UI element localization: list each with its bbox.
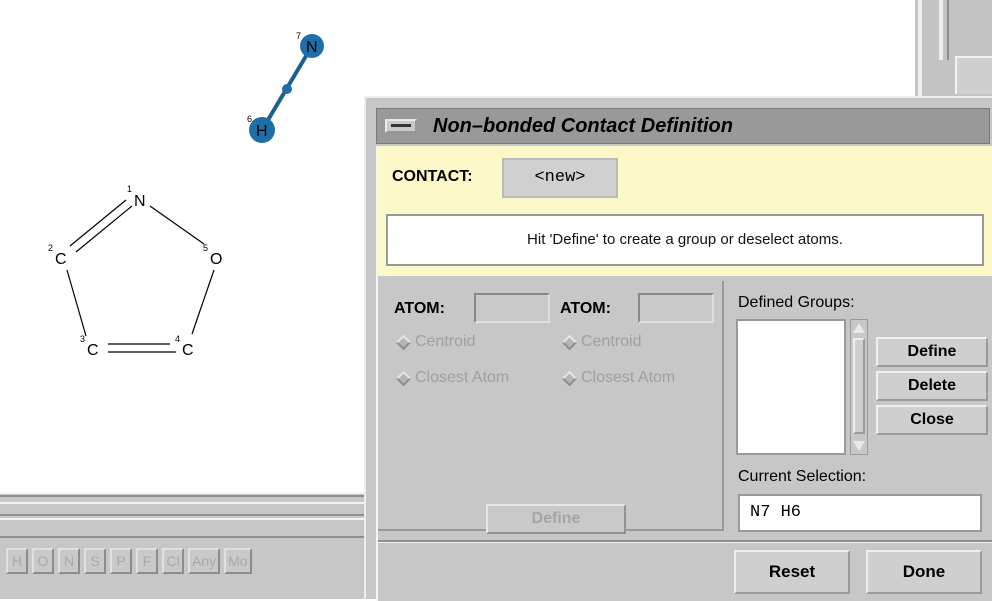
atom1-label: ATOM:: [394, 300, 445, 317]
svg-text:7: 7: [296, 31, 301, 41]
current-selection-field: N7 H6: [738, 494, 982, 532]
atom2-centroid-radio[interactable]: Centroid: [561, 333, 642, 351]
scroll-down-icon[interactable]: [853, 441, 865, 451]
contact-label: CONTACT:: [392, 168, 473, 185]
svg-text:3: 3: [80, 334, 85, 344]
radio-diamond-icon: [561, 334, 578, 350]
delete-group-button[interactable]: Delete: [876, 371, 988, 401]
svg-text:N: N: [134, 193, 146, 210]
atom1-closest-radio[interactable]: Closest Atom: [395, 369, 510, 387]
svg-text:6: 6: [247, 114, 252, 124]
reset-button[interactable]: Reset: [734, 550, 850, 594]
element-button-P[interactable]: P: [110, 548, 132, 574]
atom2-field[interactable]: [638, 293, 714, 323]
done-button[interactable]: Done: [866, 550, 982, 594]
defined-groups-list[interactable]: [736, 319, 846, 455]
bond-midpoint-marker: [282, 84, 292, 94]
radio-label: Closest Atom: [415, 369, 510, 386]
atom2-label: ATOM:: [560, 300, 611, 317]
element-button-N[interactable]: N: [58, 548, 80, 574]
dialog-titlebar[interactable]: Non–bonded Contact Definition: [376, 108, 990, 144]
svg-text:O: O: [210, 251, 222, 268]
define-group-button[interactable]: Define: [876, 337, 988, 367]
element-button-F[interactable]: F: [136, 548, 158, 574]
window-menu-button[interactable]: [385, 119, 417, 133]
element-button-Cl[interactable]: Cl: [162, 548, 184, 574]
radio-label: Centroid: [581, 333, 642, 350]
svg-text:2: 2: [48, 243, 53, 253]
divider: [378, 542, 992, 543]
element-button-H[interactable]: H: [6, 548, 28, 574]
svg-text:1: 1: [127, 184, 132, 194]
atom-O5[interactable]: 5 O: [203, 243, 222, 268]
contact-select-button[interactable]: <new>: [502, 158, 618, 198]
svg-text:N: N: [306, 39, 318, 56]
atom-N1[interactable]: 1 N: [127, 184, 146, 210]
svg-text:C: C: [182, 342, 194, 359]
svg-text:5: 5: [203, 243, 208, 253]
minus-icon: [391, 124, 411, 127]
dialog-content: CONTACT: <new> Hit 'Define' to create a …: [376, 146, 992, 601]
scroll-up-icon[interactable]: [853, 323, 865, 333]
radio-diamond-icon: [561, 370, 578, 386]
element-button-S[interactable]: S: [84, 548, 106, 574]
atom-C4[interactable]: 4 C: [175, 334, 194, 359]
element-button-Any[interactable]: Any: [188, 548, 221, 574]
element-toolbar-panel: [0, 492, 372, 599]
svg-text:4: 4: [175, 334, 180, 344]
atom-C2[interactable]: 2 C: [48, 243, 67, 268]
contact-definition-dialog: Non–bonded Contact Definition CONTACT: <…: [364, 96, 992, 601]
radio-label: Closest Atom: [581, 369, 676, 386]
defined-groups-label: Defined Groups:: [738, 294, 855, 311]
svg-text:C: C: [87, 342, 99, 359]
selected-fragment[interactable]: 7 N 6 H: [247, 31, 324, 143]
groups-scrollbar[interactable]: [850, 319, 868, 455]
dialog-title: Non–bonded Contact Definition: [433, 115, 733, 137]
atom-N7[interactable]: 7 N: [296, 31, 324, 58]
svg-text:C: C: [55, 251, 67, 268]
atom-define-button[interactable]: Define: [486, 504, 626, 534]
radio-label: Centroid: [415, 333, 476, 350]
element-button-more[interactable]: Mo: [224, 548, 252, 574]
svg-text:H: H: [256, 123, 268, 140]
element-button-O[interactable]: O: [32, 548, 54, 574]
atom2-closest-radio[interactable]: Closest Atom: [561, 369, 676, 387]
contact-info-area: CONTACT: <new> Hit 'Define' to create a …: [378, 146, 992, 276]
status-message: Hit 'Define' to create a group or desele…: [386, 214, 984, 266]
scroll-thumb[interactable]: [853, 338, 865, 434]
close-group-button[interactable]: Close: [876, 405, 988, 435]
atom1-field[interactable]: [474, 293, 550, 323]
current-selection-label: Current Selection:: [738, 468, 867, 485]
radio-diamond-icon: [395, 334, 412, 350]
ring-bonds: [66, 199, 215, 353]
element-button-bar: H O N S P F Cl Any Mo: [6, 548, 252, 578]
atom-C3[interactable]: 3 C: [80, 334, 99, 359]
atom1-centroid-radio[interactable]: Centroid: [395, 333, 476, 351]
background-window-panel: [955, 56, 992, 94]
atoms-panel: ATOM: ATOM: Centroid Centroid Closest At…: [378, 281, 724, 534]
radio-diamond-icon: [395, 370, 412, 386]
